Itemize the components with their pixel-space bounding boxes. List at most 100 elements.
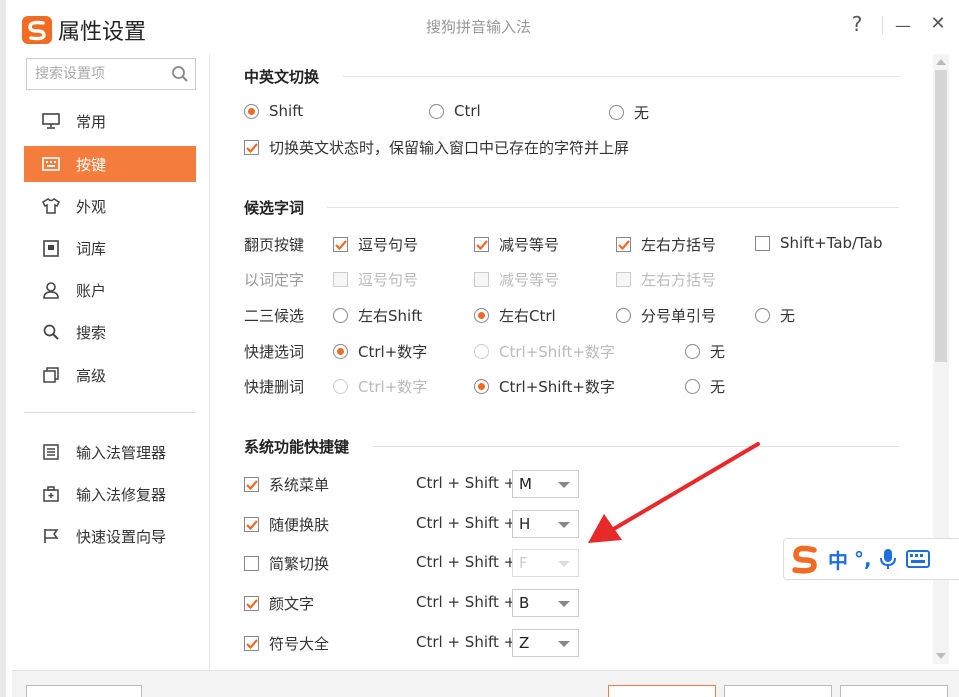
radio-23-ctrl[interactable]: 左右Ctrl xyxy=(474,305,556,326)
sidebar-tool-label: 输入法修复器 xyxy=(76,485,167,504)
checkbox[interactable] xyxy=(755,235,770,251)
radio-button[interactable] xyxy=(616,308,631,323)
checkbox[interactable] xyxy=(244,477,259,492)
sidebar-item-label: 账户 xyxy=(76,281,107,300)
checkbox[interactable] xyxy=(474,237,489,252)
search-icon[interactable] xyxy=(171,65,189,83)
scroll-thumb[interactable] xyxy=(935,70,947,362)
hotkey-select-symbols[interactable]: Z xyxy=(512,629,579,657)
title-bar: 属性设置 搜狗拼音输入法 ? — ✕ xyxy=(6,0,959,54)
sidebar-item-common[interactable]: 常用 xyxy=(24,103,196,139)
radio-button[interactable] xyxy=(685,344,700,359)
hotkey-prefix: Ctrl + Shift + xyxy=(416,553,517,571)
sidebar-item-keys[interactable]: 按键 xyxy=(24,146,196,182)
checkbox-hotkey-simp-trad[interactable]: 简繁切换 xyxy=(244,553,329,574)
radio-button[interactable] xyxy=(333,308,348,323)
checkmark-icon xyxy=(245,479,258,490)
option-label: 左右方括号 xyxy=(641,271,717,289)
punctuation-toggle[interactable]: °, xyxy=(854,547,872,571)
checkbox-keep-chars[interactable]: 切换英文状态时，保留输入窗口中已存在的字符并上屏 xyxy=(244,137,629,158)
checkbox[interactable] xyxy=(244,596,259,611)
radio-button[interactable] xyxy=(755,308,770,323)
minimize-button[interactable]: — xyxy=(892,16,914,35)
radio-select-ctrl-num[interactable]: Ctrl+数字 xyxy=(333,341,427,362)
chinese-mode-toggle[interactable]: 中 xyxy=(828,545,848,574)
option-label: 无 xyxy=(634,104,650,122)
radio-button[interactable] xyxy=(429,103,444,119)
radio-switch-ctrl[interactable]: Ctrl xyxy=(429,102,481,120)
sidebar-tool-quick-wizard[interactable]: 快速设置向导 xyxy=(24,518,196,554)
sidebar-tool-ime-repair[interactable]: 输入法修复器 xyxy=(24,476,196,512)
sidebar-item-advanced[interactable]: 高级 xyxy=(24,357,196,393)
checkbox[interactable] xyxy=(333,272,348,287)
option-label: 左右Ctrl xyxy=(499,307,556,325)
option-label: 颜文字 xyxy=(269,595,315,613)
checkbox-word-comma-period[interactable]: 逗号句号 xyxy=(333,269,418,290)
sidebar-tool-ime-manager[interactable]: 输入法管理器 xyxy=(24,434,196,470)
sogou-logo-icon[interactable] xyxy=(788,542,822,576)
hotkey-select-system-menu[interactable]: M xyxy=(512,470,579,498)
hotkey-select-simp-trad[interactable]: F xyxy=(512,549,579,577)
cancel-button[interactable] xyxy=(724,685,832,697)
checkbox-hotkey-system-menu[interactable]: 系统菜单 xyxy=(244,474,329,495)
hotkey-prefix: Ctrl + Shift + xyxy=(416,514,517,532)
checkbox-page-shift-tab[interactable]: Shift+Tab/Tab xyxy=(755,234,883,252)
option-label: 无 xyxy=(780,307,796,325)
radio-delete-ctrl-shift-num[interactable]: Ctrl+Shift+数字 xyxy=(474,376,615,397)
sidebar-item-appearance[interactable]: 外观 xyxy=(24,188,196,224)
radio-switch-shift[interactable]: Shift xyxy=(244,102,303,120)
apply-button[interactable] xyxy=(840,685,948,697)
radio-button[interactable] xyxy=(333,344,348,359)
hotkey-select-random-skin[interactable]: H xyxy=(512,510,579,538)
checkbox-hotkey-emoticon[interactable]: 颜文字 xyxy=(244,593,314,614)
close-button[interactable]: ✕ xyxy=(927,13,949,34)
sidebar-item-dictionary[interactable]: 词库 xyxy=(24,230,196,266)
checkbox-page-minus-equal[interactable]: 减号等号 xyxy=(474,234,559,255)
radio-button[interactable] xyxy=(244,103,259,119)
checkbox-page-comma-period[interactable]: 逗号句号 xyxy=(333,234,418,255)
checkbox[interactable] xyxy=(616,272,631,287)
sidebar-item-label: 按键 xyxy=(76,155,107,174)
settings-search-input[interactable] xyxy=(27,59,157,89)
keyboard-icon[interactable] xyxy=(905,550,930,568)
checkbox-hotkey-symbols[interactable]: 符号大全 xyxy=(244,633,329,654)
radio-delete-none[interactable]: 无 xyxy=(685,376,725,397)
sidebar-item-search[interactable]: 搜索 xyxy=(24,314,196,350)
checkbox-hotkey-random-skin[interactable]: 随便换肤 xyxy=(244,514,329,535)
checkbox[interactable] xyxy=(244,517,259,532)
scroll-down-icon[interactable] xyxy=(936,653,946,659)
microphone-icon[interactable] xyxy=(879,548,896,570)
radio-button[interactable] xyxy=(474,379,489,394)
scroll-up-icon[interactable] xyxy=(936,59,946,65)
checkbox[interactable] xyxy=(244,556,259,571)
checkbox-page-brackets[interactable]: 左右方括号 xyxy=(616,234,716,255)
option-label: Ctrl xyxy=(454,102,481,120)
checkbox[interactable] xyxy=(474,272,489,287)
radio-button[interactable] xyxy=(685,379,700,394)
radio-23-none[interactable]: 无 xyxy=(755,305,795,326)
radio-select-ctrl-shift-num[interactable]: Ctrl+Shift+数字 xyxy=(474,341,615,362)
checkbox[interactable] xyxy=(333,237,348,252)
radio-button[interactable] xyxy=(609,105,624,120)
checkbox-word-brackets[interactable]: 左右方括号 xyxy=(616,269,716,290)
radio-23-semicolon[interactable]: 分号单引号 xyxy=(616,305,716,326)
radio-button[interactable] xyxy=(474,308,489,323)
radio-delete-ctrl-num[interactable]: Ctrl+数字 xyxy=(333,376,427,397)
ime-status-toolbar[interactable]: 中 °, xyxy=(783,538,959,580)
checkmark-icon xyxy=(245,638,258,649)
checkbox[interactable] xyxy=(616,237,631,252)
checkbox[interactable] xyxy=(244,140,259,155)
checkbox-word-minus-equal[interactable]: 减号等号 xyxy=(474,269,559,290)
radio-button[interactable] xyxy=(333,379,348,394)
restore-defaults-button[interactable] xyxy=(26,685,142,697)
section-title-cn-en-switch: 中英文切换 xyxy=(244,68,320,86)
radio-23-shift[interactable]: 左右Shift xyxy=(333,305,422,326)
radio-select-none[interactable]: 无 xyxy=(685,341,725,362)
ok-button[interactable] xyxy=(608,685,716,697)
hotkey-select-emoticon[interactable]: B xyxy=(512,589,579,617)
checkbox[interactable] xyxy=(244,636,259,651)
sidebar-item-account[interactable]: 账户 xyxy=(24,272,196,308)
help-button[interactable]: ? xyxy=(846,12,868,36)
radio-button[interactable] xyxy=(474,344,489,359)
radio-switch-none[interactable]: 无 xyxy=(609,102,649,123)
